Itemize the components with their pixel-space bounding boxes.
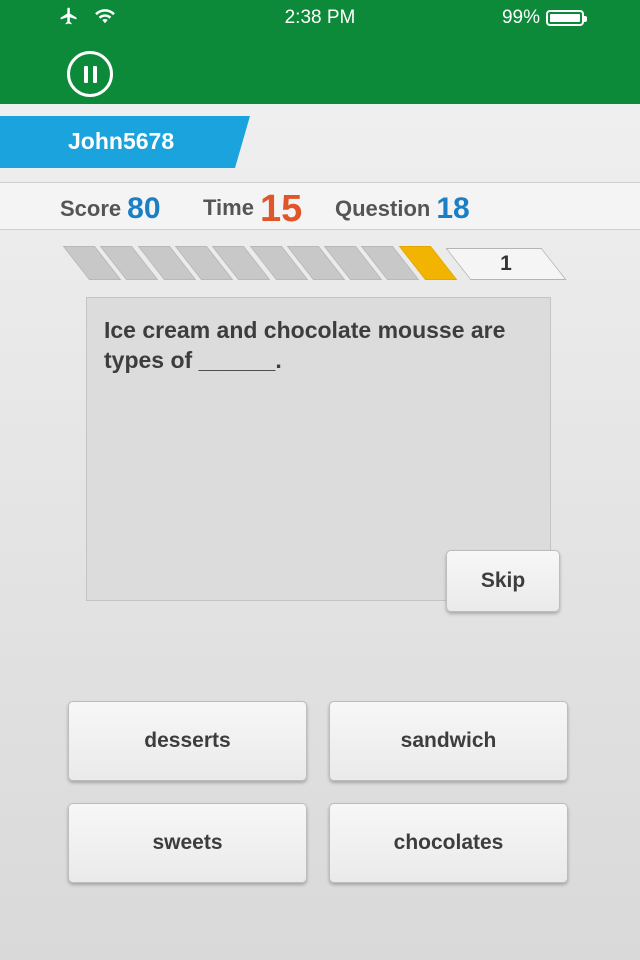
score-stat: Score 80 bbox=[60, 192, 161, 226]
score-label: Score bbox=[60, 196, 122, 221]
status-bar: 2:38 PM 99% bbox=[0, 0, 640, 36]
answer-button[interactable]: chocolates bbox=[329, 803, 568, 883]
battery-percent: 99% bbox=[501, 7, 540, 28]
question-label: Question bbox=[335, 196, 431, 221]
pause-icon bbox=[84, 66, 88, 83]
time-value: 15 bbox=[259, 188, 303, 230]
battery-icon bbox=[546, 10, 587, 26]
time-label: Time bbox=[203, 195, 254, 220]
question-counter: 1 bbox=[500, 252, 512, 275]
score-value: 80 bbox=[127, 192, 161, 225]
status-right: 99% bbox=[501, 7, 587, 29]
skip-button[interactable]: Skip bbox=[446, 550, 560, 612]
answer-button[interactable]: desserts bbox=[68, 701, 307, 781]
question-text: Ice cream and chocolate mousse are types… bbox=[104, 317, 506, 373]
question-value: 18 bbox=[436, 192, 470, 225]
pause-button[interactable] bbox=[67, 51, 113, 97]
answer-button[interactable]: sandwich bbox=[329, 701, 568, 781]
time-stat: Time 15 bbox=[203, 188, 302, 231]
username: John5678 bbox=[68, 128, 175, 154]
question-stat: Question 18 bbox=[335, 192, 470, 226]
answer-button[interactable]: sweets bbox=[68, 803, 307, 883]
